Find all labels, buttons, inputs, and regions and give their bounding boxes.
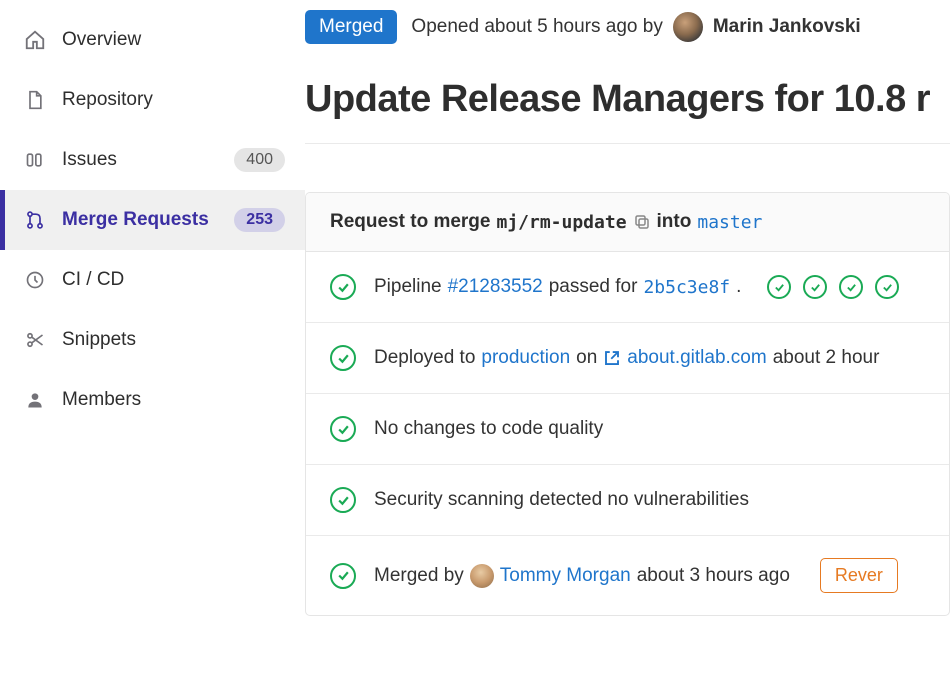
- issues-icon: [24, 149, 46, 171]
- merged-prefix: Merged by: [374, 565, 464, 587]
- external-link-icon[interactable]: [603, 349, 621, 367]
- widget-header: Request to merge mj/rm-update into maste…: [306, 193, 949, 252]
- person-icon: [24, 389, 46, 411]
- merge-widget: Request to merge mj/rm-update into maste…: [305, 192, 950, 616]
- source-branch[interactable]: mj/rm-update: [496, 212, 626, 233]
- copy-icon[interactable]: [633, 213, 651, 231]
- mr-badge: 253: [234, 208, 285, 232]
- status-badge: Merged: [305, 10, 397, 44]
- stage-check-icon[interactable]: [875, 275, 899, 299]
- pipeline-mid: passed for: [549, 276, 638, 298]
- into-label: into: [657, 211, 692, 233]
- sidebar-item-members[interactable]: Members: [0, 370, 305, 430]
- sidebar-item-label: Repository: [62, 89, 285, 111]
- sidebar: Overview Repository Issues 400 Merge Req…: [0, 0, 305, 692]
- author-avatar[interactable]: [673, 12, 703, 42]
- merged-time: about 3 hours ago: [637, 565, 790, 587]
- rocket-icon: [24, 269, 46, 291]
- sidebar-item-label: Merge Requests: [62, 209, 234, 231]
- home-icon: [24, 29, 46, 51]
- sidebar-item-label: Members: [62, 389, 285, 411]
- stage-check-icon[interactable]: [839, 275, 863, 299]
- quality-text: No changes to code quality: [374, 418, 603, 440]
- sidebar-item-cicd[interactable]: CI / CD: [0, 250, 305, 310]
- deploy-env[interactable]: production: [481, 347, 570, 369]
- deploy-url[interactable]: about.gitlab.com: [627, 347, 766, 369]
- target-branch[interactable]: master: [697, 212, 762, 233]
- check-icon: [330, 487, 356, 513]
- check-icon: [330, 416, 356, 442]
- sidebar-item-label: Snippets: [62, 329, 285, 351]
- author-name[interactable]: Marin Jankovski: [713, 16, 861, 38]
- file-icon: [24, 89, 46, 111]
- sidebar-item-issues[interactable]: Issues 400: [0, 130, 305, 190]
- deploy-prefix: Deployed to: [374, 347, 475, 369]
- pipeline-prefix: Pipeline: [374, 276, 442, 298]
- check-icon: [330, 563, 356, 589]
- scissors-icon: [24, 329, 46, 351]
- quality-row: No changes to code quality: [306, 394, 949, 465]
- commit-sha[interactable]: 2b5c3e8f: [643, 277, 730, 298]
- stage-check-icon[interactable]: [767, 275, 791, 299]
- check-icon: [330, 345, 356, 371]
- opened-by: Opened about 5 hours ago by Marin Jankov…: [411, 12, 860, 42]
- pipeline-row: Pipeline #21283552 passed for 2b5c3e8f .: [306, 252, 949, 323]
- mr-title: Update Release Managers for 10.8 r: [305, 78, 950, 121]
- deploy-time: about 2 hour: [773, 347, 880, 369]
- sidebar-item-repository[interactable]: Repository: [0, 70, 305, 130]
- merger-avatar[interactable]: [470, 564, 494, 588]
- mr-header: Merged Opened about 5 hours ago by Marin…: [305, 10, 950, 144]
- request-label: Request to merge: [330, 211, 490, 233]
- main-content: Merged Opened about 5 hours ago by Marin…: [305, 0, 950, 692]
- issues-badge: 400: [234, 148, 285, 172]
- sidebar-item-label: CI / CD: [62, 269, 285, 291]
- sidebar-item-label: Overview: [62, 29, 285, 51]
- security-row: Security scanning detected no vulnerabil…: [306, 465, 949, 536]
- revert-button[interactable]: Rever: [820, 558, 898, 593]
- merge-icon: [24, 209, 46, 231]
- pipeline-suffix: .: [736, 276, 741, 298]
- deploy-on: on: [576, 347, 597, 369]
- merged-by-row: Merged by Tommy Morgan about 3 hours ago…: [306, 536, 949, 615]
- pipeline-link[interactable]: #21283552: [448, 276, 543, 298]
- deploy-row: Deployed to production on about.gitlab.c…: [306, 323, 949, 394]
- sidebar-item-overview[interactable]: Overview: [0, 10, 305, 70]
- stage-check-icon[interactable]: [803, 275, 827, 299]
- opened-text: Opened about 5 hours ago by: [411, 16, 662, 38]
- merger-name[interactable]: Tommy Morgan: [500, 565, 631, 587]
- sidebar-item-label: Issues: [62, 149, 234, 171]
- check-icon: [330, 274, 356, 300]
- sidebar-item-snippets[interactable]: Snippets: [0, 310, 305, 370]
- sidebar-item-merge-requests[interactable]: Merge Requests 253: [0, 190, 305, 250]
- security-text: Security scanning detected no vulnerabil…: [374, 489, 749, 511]
